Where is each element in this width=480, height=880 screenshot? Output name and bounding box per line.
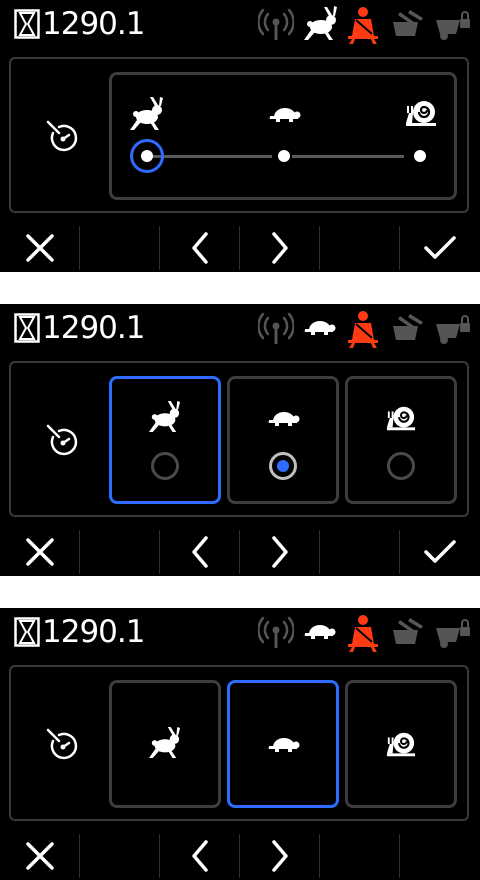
soft-key-bar — [0, 832, 480, 880]
seatbelt-icon — [346, 310, 380, 352]
slider-track — [292, 155, 404, 158]
turtle-icon — [266, 409, 300, 431]
snail-icon — [384, 403, 418, 437]
rabbit-icon — [302, 6, 340, 46]
confirm-button[interactable] — [400, 224, 480, 272]
option-card-turtle[interactable] — [227, 376, 339, 504]
engine-hours: 1290.1 — [42, 6, 145, 42]
turtle-icon — [266, 735, 300, 757]
signal-icon — [257, 614, 295, 654]
status-bar: 1290.1 — [0, 304, 480, 354]
option-card-rabbit[interactable] — [109, 680, 221, 808]
cancel-button[interactable] — [0, 224, 80, 272]
speed-limit-icon — [45, 423, 81, 463]
rabbit-icon — [147, 401, 183, 437]
chevron-right-icon — [272, 232, 288, 264]
turtle-icon — [267, 105, 301, 127]
speed-limit-icon — [45, 727, 81, 767]
slider-stop-turtle[interactable] — [278, 150, 290, 162]
next-button[interactable] — [240, 224, 320, 272]
chevron-left-icon — [192, 536, 208, 568]
chevron-left-icon — [192, 232, 208, 264]
locked-vehicle-icon — [434, 310, 472, 350]
chevron-right-icon — [272, 536, 288, 568]
engine-hours: 1290.1 — [42, 614, 145, 650]
seat-icon — [390, 310, 426, 350]
seatbelt-icon — [346, 614, 380, 656]
option-card-snail[interactable] — [345, 680, 457, 808]
previous-button[interactable] — [160, 528, 240, 576]
radio-turtle-selected[interactable] — [269, 452, 297, 480]
cancel-button[interactable] — [0, 832, 80, 880]
rabbit-icon — [128, 97, 166, 135]
soft-key-bar — [0, 224, 480, 272]
seat-icon — [390, 614, 426, 654]
chevron-right-icon — [272, 840, 288, 872]
slider-thumb-selected[interactable] — [130, 139, 164, 173]
check-icon — [424, 540, 456, 563]
seatbelt-icon — [346, 6, 380, 48]
previous-button[interactable] — [160, 832, 240, 880]
check-icon — [424, 236, 456, 259]
previous-button[interactable] — [160, 224, 240, 272]
turtle-icon — [302, 318, 336, 340]
option-card-turtle[interactable] — [227, 680, 339, 808]
radio-rabbit[interactable] — [151, 452, 179, 480]
speed-slider[interactable] — [109, 72, 457, 200]
close-icon — [26, 234, 54, 262]
radio-snail[interactable] — [387, 452, 415, 480]
speed-mode-slider-screen: 1290.1 — [0, 0, 480, 272]
cancel-button[interactable] — [0, 528, 80, 576]
speed-mode-setting — [9, 665, 469, 821]
soft-key-bar — [0, 528, 480, 576]
speed-mode-setting — [9, 57, 469, 213]
confirm-button[interactable] — [400, 528, 480, 576]
engine-hours: 1290.1 — [42, 310, 145, 346]
turtle-icon — [302, 622, 336, 644]
hourglass-icon — [14, 617, 40, 651]
signal-icon — [257, 6, 295, 46]
slider-stop-snail[interactable] — [414, 150, 426, 162]
seat-icon — [390, 6, 426, 46]
close-icon — [26, 538, 54, 566]
hourglass-icon — [14, 9, 40, 43]
snail-icon — [384, 729, 418, 763]
status-bar: 1290.1 — [0, 0, 480, 50]
hourglass-icon — [14, 313, 40, 347]
locked-vehicle-icon — [434, 6, 472, 46]
status-bar: 1290.1 — [0, 608, 480, 658]
close-icon — [26, 842, 54, 870]
option-card-snail[interactable] — [345, 376, 457, 504]
signal-icon — [257, 310, 295, 350]
speed-limit-icon — [45, 119, 81, 159]
option-card-rabbit[interactable] — [109, 376, 221, 504]
chevron-left-icon — [192, 840, 208, 872]
next-button[interactable] — [240, 528, 320, 576]
locked-vehicle-icon — [434, 614, 472, 654]
speed-mode-radio-screen: 1290.1 — [0, 304, 480, 576]
slider-track — [152, 155, 272, 158]
next-button[interactable] — [240, 832, 320, 880]
speed-mode-setting — [9, 361, 469, 517]
speed-mode-card-screen: 1290.1 — [0, 608, 480, 880]
snail-icon — [404, 97, 438, 133]
rabbit-icon — [147, 727, 183, 763]
